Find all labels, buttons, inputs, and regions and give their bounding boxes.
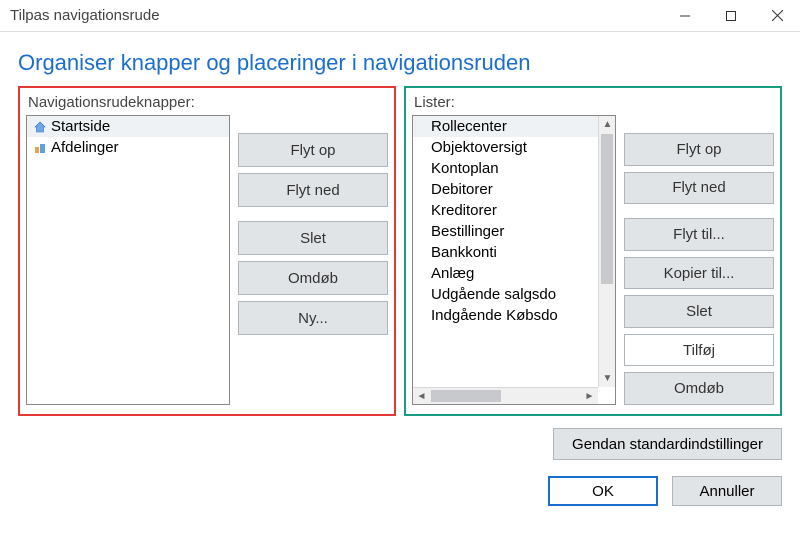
move-up-button[interactable]: Flyt op	[238, 133, 388, 167]
list-item-label: Anlæg	[431, 265, 474, 282]
ok-button[interactable]: OK	[548, 476, 658, 506]
lists-list[interactable]: Rollecenter Objektoversigt Kontoplan Deb…	[412, 115, 616, 405]
restore-defaults-button[interactable]: Gendan standardindstillinger	[553, 428, 782, 460]
delete-button[interactable]: Slet	[624, 295, 774, 328]
vertical-scrollbar[interactable]: ▲ ▼	[598, 116, 615, 387]
move-to-button[interactable]: Flyt til...	[624, 218, 774, 251]
list-item[interactable]: Udgående salgsdo	[413, 284, 598, 305]
list-item[interactable]: Indgående Købsdo	[413, 305, 598, 326]
list-item-label: Bankkonti	[431, 244, 497, 261]
titlebar: Tilpas navigationsrude	[0, 0, 800, 32]
scroll-up-icon[interactable]: ▲	[599, 116, 616, 133]
list-item[interactable]: Rollecenter	[413, 116, 598, 137]
copy-to-button[interactable]: Kopier til...	[624, 257, 774, 290]
scroll-left-icon[interactable]: ◄	[413, 388, 430, 405]
rename-button[interactable]: Omdøb	[624, 372, 774, 405]
maximize-button[interactable]	[708, 0, 754, 32]
rename-button[interactable]: Omdøb	[238, 261, 388, 295]
list-item-label: Bestillinger	[431, 223, 504, 240]
new-button[interactable]: Ny...	[238, 301, 388, 335]
list-item-label: Afdelinger	[51, 139, 119, 156]
list-item[interactable]: Bestillinger	[413, 221, 598, 242]
home-icon	[33, 120, 47, 134]
list-item[interactable]: Afdelinger	[27, 137, 229, 158]
lists-panel: Lister: Rollecenter Objektoversigt Konto…	[404, 86, 782, 416]
list-item[interactable]: Startside	[27, 116, 229, 137]
move-down-button[interactable]: Flyt ned	[624, 172, 774, 205]
move-down-button[interactable]: Flyt ned	[238, 173, 388, 207]
list-item[interactable]: Objektoversigt	[413, 137, 598, 158]
add-button[interactable]: Tilføj	[624, 334, 774, 367]
dept-icon	[33, 141, 47, 155]
list-item[interactable]: Kontoplan	[413, 158, 598, 179]
close-button[interactable]	[754, 0, 800, 32]
scroll-thumb[interactable]	[601, 134, 613, 284]
lists-label: Lister:	[414, 94, 774, 111]
scroll-down-icon[interactable]: ▼	[599, 370, 616, 387]
nav-buttons-panel: Navigationsrudeknapper: Startside Afdeli…	[18, 86, 396, 416]
cancel-button[interactable]: Annuller	[672, 476, 782, 506]
list-item-label: Rollecenter	[431, 118, 507, 135]
list-item-label: Kontoplan	[431, 160, 499, 177]
list-item[interactable]: Anlæg	[413, 263, 598, 284]
scroll-thumb[interactable]	[431, 390, 501, 402]
list-item[interactable]: Kreditorer	[413, 200, 598, 221]
horizontal-scrollbar[interactable]: ◄ ►	[413, 387, 598, 404]
move-up-button[interactable]: Flyt op	[624, 133, 774, 166]
list-item-label: Startside	[51, 118, 110, 135]
list-item-label: Objektoversigt	[431, 139, 527, 156]
list-item-label: Kreditorer	[431, 202, 497, 219]
delete-button[interactable]: Slet	[238, 221, 388, 255]
list-item-label: Indgående Købsdo	[431, 307, 558, 324]
list-item-label: Udgående salgsdo	[431, 286, 556, 303]
scroll-right-icon[interactable]: ►	[581, 388, 598, 405]
list-item[interactable]: Bankkonti	[413, 242, 598, 263]
minimize-button[interactable]	[662, 0, 708, 32]
window-title: Tilpas navigationsrude	[10, 7, 662, 24]
list-item-label: Debitorer	[431, 181, 493, 198]
list-item[interactable]: Debitorer	[413, 179, 598, 200]
nav-buttons-list[interactable]: Startside Afdelinger	[26, 115, 230, 405]
page-heading: Organiser knapper og placeringer i navig…	[18, 50, 782, 76]
nav-buttons-label: Navigationsrudeknapper:	[28, 94, 388, 111]
